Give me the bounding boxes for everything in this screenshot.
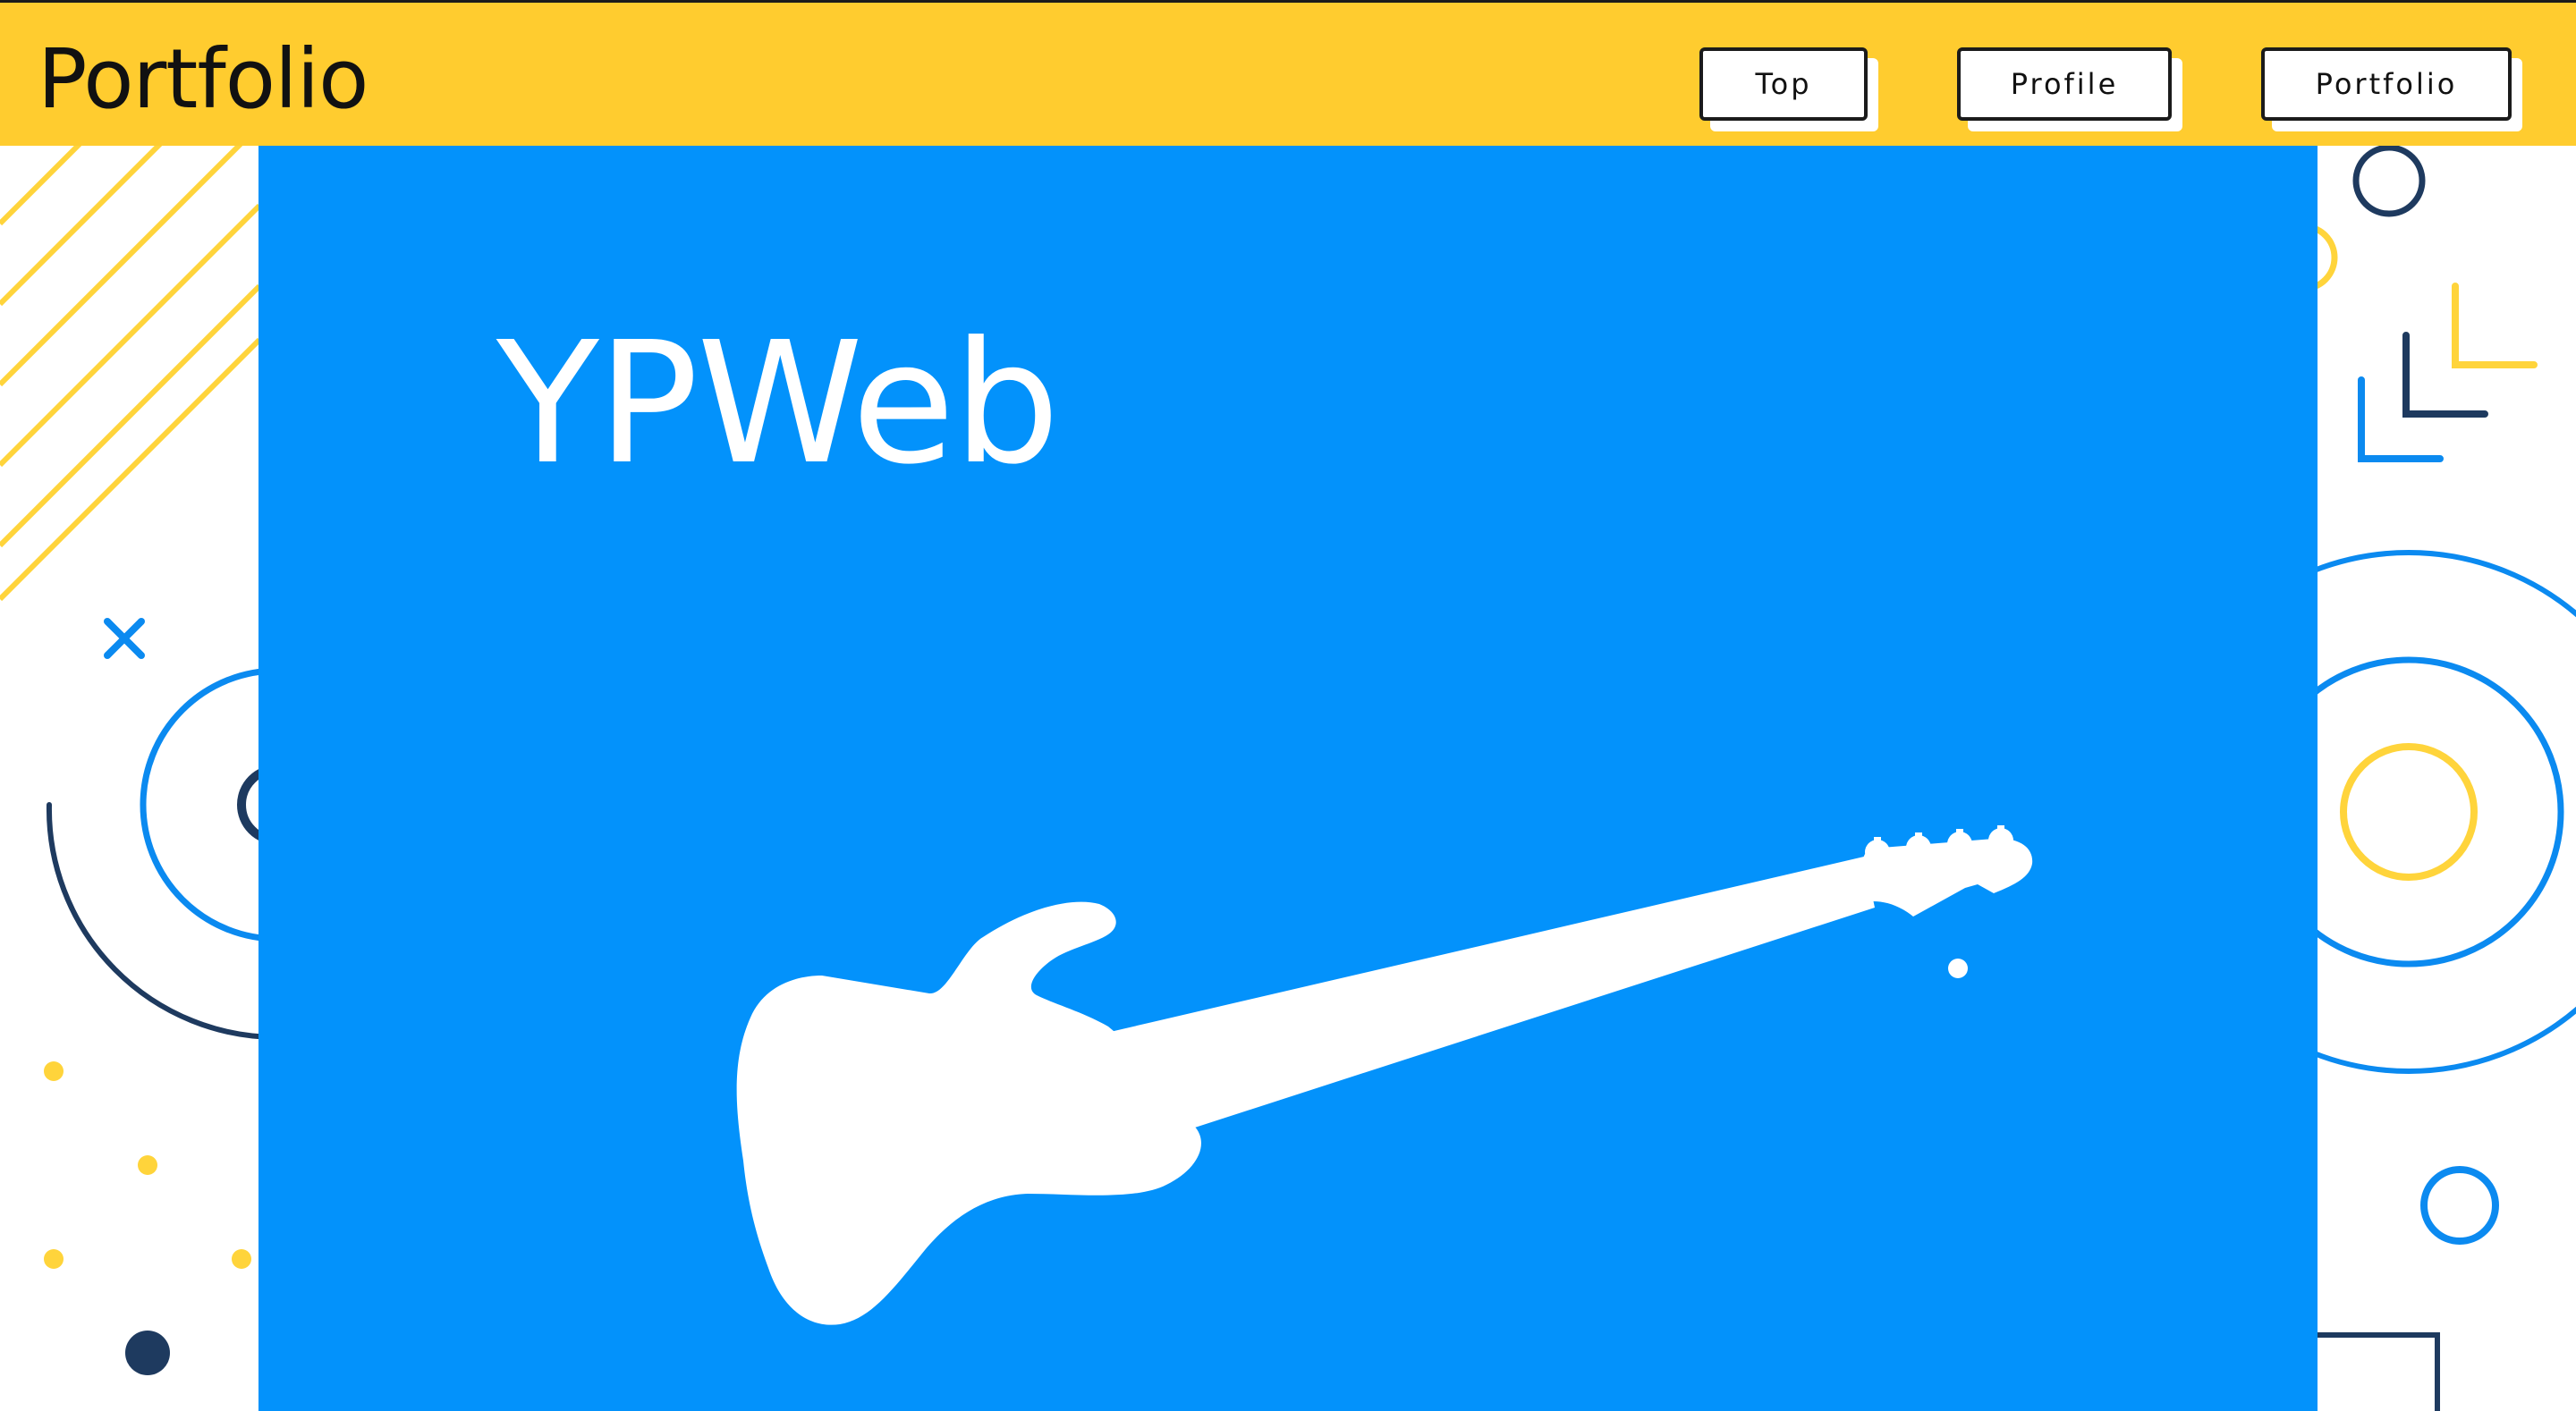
dot-yellow bbox=[138, 1155, 157, 1175]
nav-top-button[interactable]: Top bbox=[1699, 47, 1868, 121]
corner-blue bbox=[2358, 376, 2444, 462]
corner-navy bbox=[2402, 332, 2488, 418]
dot-yellow bbox=[44, 1249, 64, 1269]
page: Portfolio Top Profile Portfolio YPWeb bbox=[0, 0, 2576, 1411]
cross-shape bbox=[104, 618, 145, 659]
right-ring-navy bbox=[2352, 144, 2426, 217]
brand-logo[interactable]: Portfolio bbox=[38, 38, 369, 121]
site-header: Portfolio Top Profile Portfolio bbox=[0, 0, 2576, 146]
hero-section: YPWeb bbox=[258, 146, 2318, 1411]
stripes-pattern bbox=[0, 78, 262, 602]
right-small-ring-blue bbox=[2420, 1166, 2499, 1245]
corner-yellow bbox=[2452, 283, 2538, 368]
right-ring-yellow-big bbox=[2340, 743, 2478, 881]
dot-yellow bbox=[44, 1061, 64, 1081]
bass-guitar-icon bbox=[736, 825, 2033, 1325]
left-arc-navy bbox=[46, 802, 280, 1040]
nav-portfolio-button[interactable]: Portfolio bbox=[2261, 47, 2512, 121]
dot-navy bbox=[125, 1331, 170, 1375]
hero-title: YPWeb bbox=[496, 306, 1060, 502]
nav-profile-button[interactable]: Profile bbox=[1957, 47, 2172, 121]
dot-yellow bbox=[232, 1249, 251, 1269]
corner-navy-bottom bbox=[2308, 1332, 2440, 1411]
